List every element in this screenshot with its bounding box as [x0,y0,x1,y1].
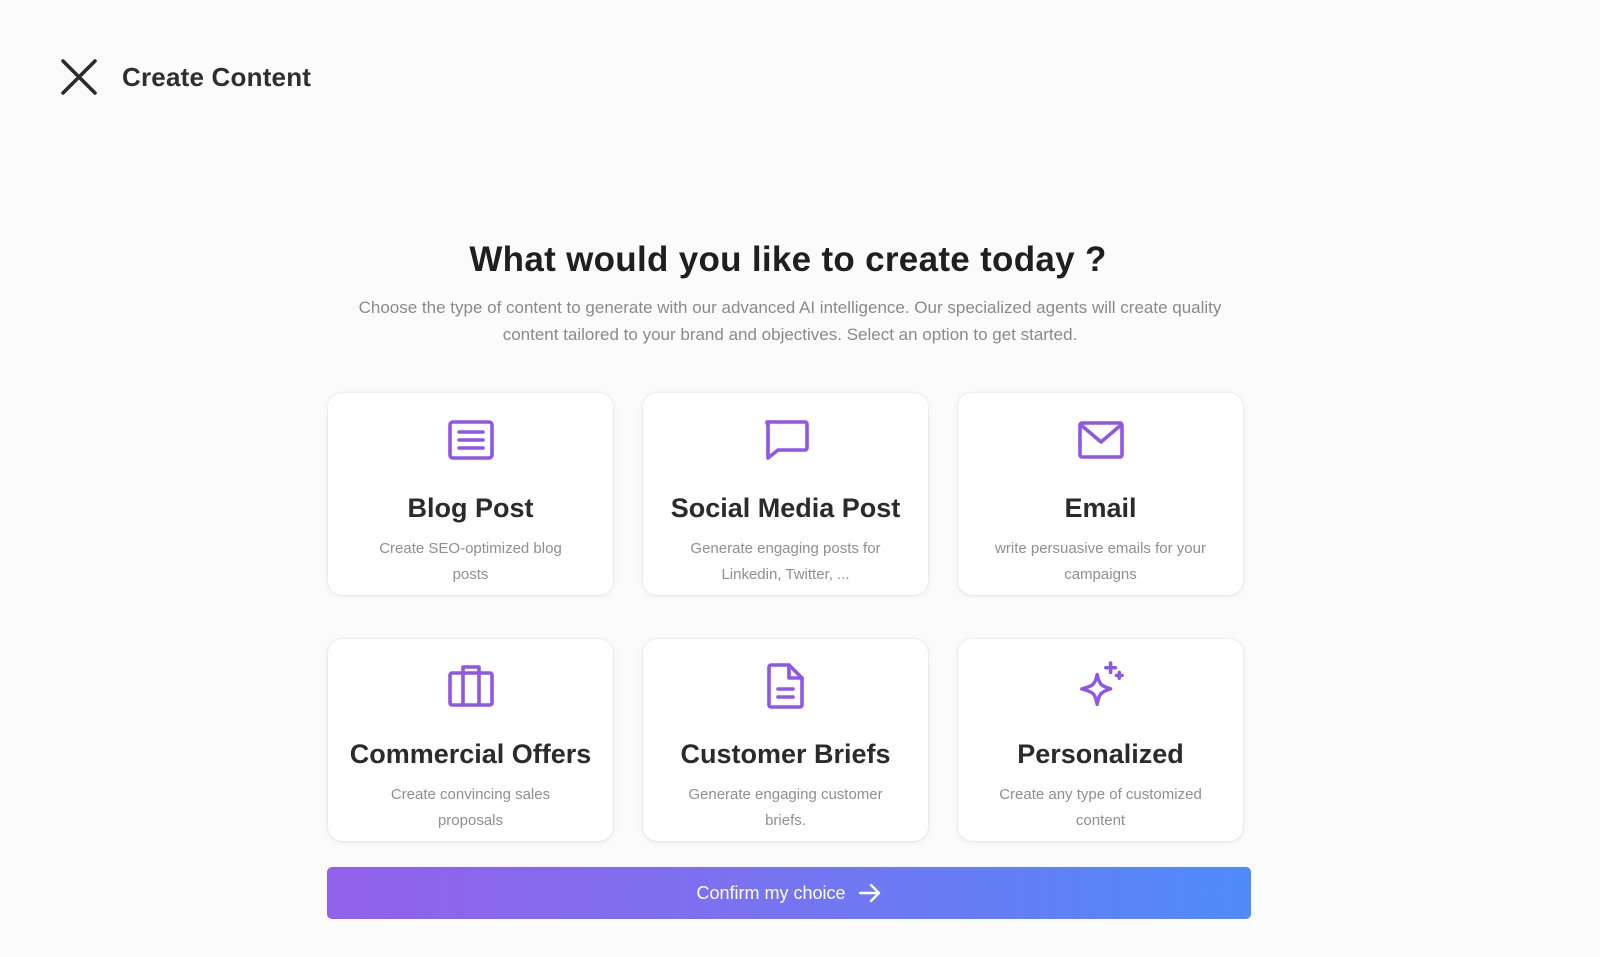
card-title: Commercial Offers [349,739,592,769]
card-commercial-offers[interactable]: Commercial Offers Create convincing sale… [328,639,613,841]
arrow-right-icon [858,883,882,903]
card-blog-post[interactable]: Blog Post Create SEO-optimized blog post… [328,393,613,595]
card-description: Generate engaging customer briefs. [688,786,883,829]
close-button[interactable] [58,56,100,98]
document-icon [761,661,811,711]
sparkles-icon [1076,661,1126,711]
hero-subtitle: Choose the type of content to generate w… [358,298,1222,344]
card-customer-briefs[interactable]: Customer Briefs Generate engaging custom… [643,639,928,841]
card-title: Customer Briefs [680,739,891,769]
content-type-grid: Blog Post Create SEO-optimized blog post… [328,393,1243,841]
card-description: write persuasive emails for your campaig… [995,540,1206,583]
page-title: Create Content [122,61,312,92]
card-email[interactable]: Email write persuasive emails for your c… [958,393,1243,595]
card-title: Social Media Post [670,493,901,523]
envelope-icon [1076,415,1126,465]
card-personalized[interactable]: Personalized Create any type of customiz… [958,639,1243,841]
briefcase-icon [446,661,496,711]
blog-post-icon [446,415,496,465]
card-social-media-post[interactable]: Social Media Post Generate engaging post… [643,393,928,595]
close-icon [61,59,97,95]
card-title: Personalized [1017,739,1184,769]
page-header: Create Content [58,56,311,98]
card-description: Create convincing sales proposals [390,786,551,829]
card-description: Create any type of customized content [999,786,1202,829]
card-description: Create SEO-optimized blog posts [379,540,562,583]
hero-title: What would you like to create today ? [469,240,1107,279]
card-title: Email [1064,493,1137,523]
card-description: Generate engaging posts for Linkedin, Tw… [690,540,881,583]
card-title: Blog Post [407,493,534,523]
confirm-label: Confirm my choice [696,882,846,903]
chat-bubble-icon [761,415,811,465]
confirm-choice-button[interactable]: Confirm my choice [327,867,1251,919]
